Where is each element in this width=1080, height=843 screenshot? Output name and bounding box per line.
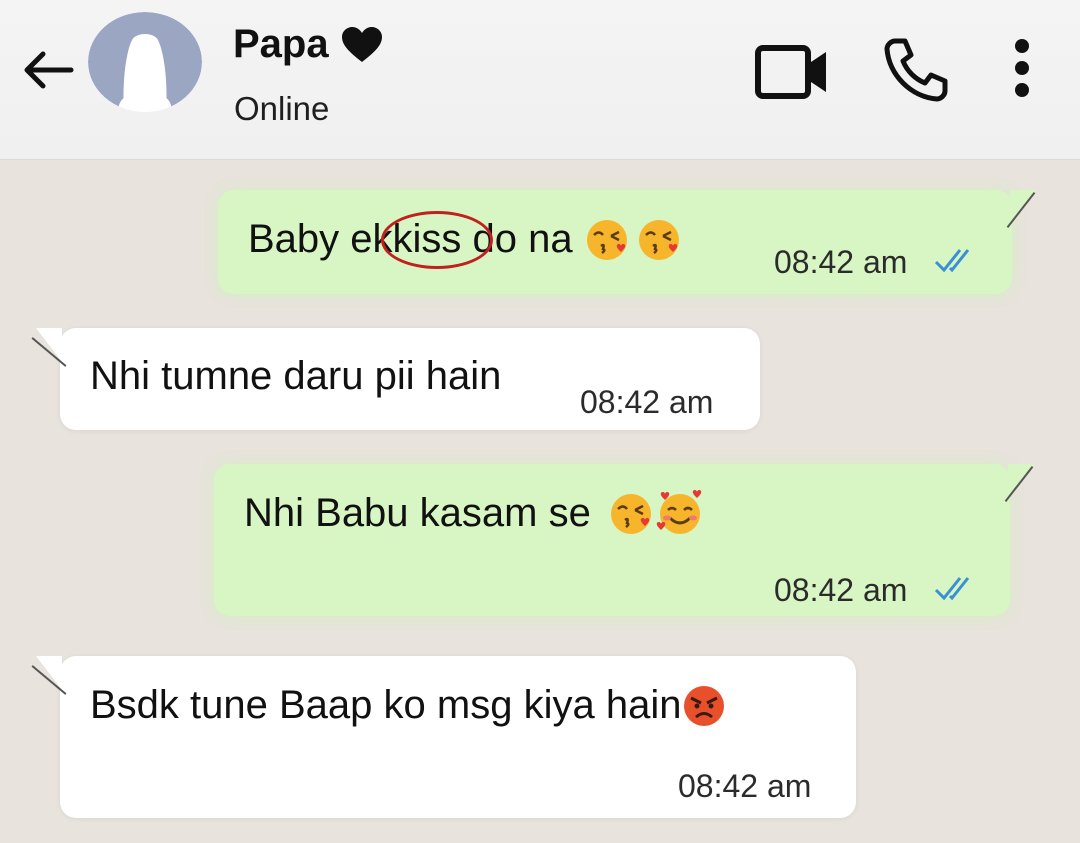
face-blowing-kiss-emoji [586,220,627,260]
default-avatar-icon [88,12,202,112]
message-timestamp: 08:42 am [678,768,812,804]
message-text-part: Baby ek [248,216,393,261]
message-bubble-incoming[interactable]: Nhi tumne daru pii hain 08:42 am [31,328,760,430]
contact-avatar[interactable] [88,12,202,112]
video-call-icon [755,45,826,99]
message-text-part: Bsdk tune Baap ko msg kiya hain [90,682,682,727]
back-button[interactable] [14,40,80,100]
message-text: Baby ek kiss do na [248,210,683,269]
message-bubble-incoming[interactable]: Bsdk tune Baap ko msg kiya hain 08:42 am [31,656,856,818]
double-tick-icon [934,249,970,273]
video-call-button[interactable] [752,40,832,104]
angry-face-emoji [684,686,725,726]
chat-area[interactable]: Baby ek kiss do na 08:42 am Nhi tumne da… [0,160,1080,843]
message-text: Nhi tumne daru pii hain [90,354,502,398]
face-blowing-kiss-emoji [638,220,679,260]
message-bubble-outgoing[interactable]: Nhi Babu kasam se 08:42 am [214,464,1034,616]
chat-header: Papa Online [0,0,1080,160]
more-options-button[interactable] [1000,36,1044,100]
message-text: Nhi Babu kasam se [244,490,705,536]
message-timestamp: 08:42 am [774,572,908,608]
smiling-face-with-hearts-emoji [656,490,702,534]
double-tick-icon [934,577,970,601]
more-vertical-icon [1015,39,1029,97]
message-bubble-outgoing[interactable]: Baby ek kiss do na 08:42 am [218,190,1036,294]
contact-name: Papa [233,22,329,66]
message-text: Bsdk tune Baap ko msg kiya hain [90,682,727,728]
contact-title[interactable]: Papa [233,22,383,67]
highlighted-word: kiss [380,210,493,269]
voice-call-button[interactable] [880,34,952,106]
annotation-circle [380,210,493,269]
message-timestamp: 08:42 am [580,384,714,420]
message-timestamp: 08:42 am [774,244,908,280]
face-blowing-kiss-emoji [610,494,651,534]
heart-icon [341,26,383,64]
contact-status: Online [234,90,330,127]
message-text-part: Nhi Babu kasam se [244,490,591,535]
phone-icon [884,38,948,102]
back-arrow-icon [24,51,74,89]
